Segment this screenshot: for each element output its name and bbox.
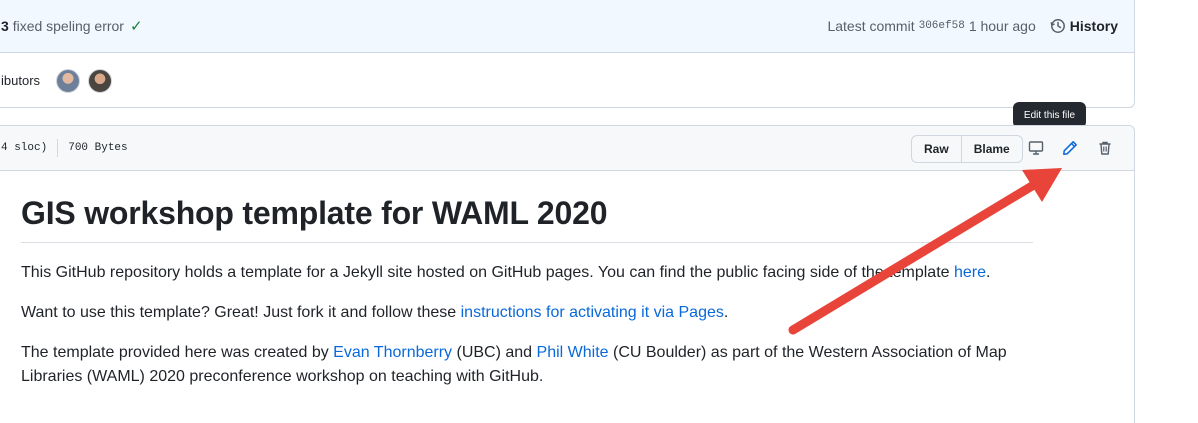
p2-text: Want to use this template? Great! Just f… <box>21 304 461 321</box>
history-icon <box>1050 19 1065 33</box>
avatar[interactable] <box>56 68 81 93</box>
evan-thornberry-link[interactable]: Evan Thornberry <box>333 344 452 361</box>
latest-commit-bar: 3 fixed speling error ✓ Latest commit 30… <box>0 0 1134 53</box>
meta-divider <box>57 139 59 157</box>
commit-message-text[interactable]: fixed speling error <box>13 18 124 34</box>
pencil-icon[interactable] <box>1061 139 1079 157</box>
p1-end: . <box>986 264 991 281</box>
commit-time: 1 hour ago <box>968 18 1036 34</box>
p1-text: This GitHub repository holds a template … <box>21 264 954 281</box>
commit-message[interactable]: 3 fixed speling error <box>1 18 124 34</box>
readme: GIS workshop template for WAML 2020 This… <box>21 195 1033 405</box>
commit-box: 3 fixed speling error ✓ Latest commit 30… <box>0 0 1135 108</box>
readme-paragraph-1: This GitHub repository holds a template … <box>21 261 1033 285</box>
p2-end: . <box>723 304 729 321</box>
blame-button[interactable]: Blame <box>960 136 1022 162</box>
history-link[interactable]: History <box>1050 18 1118 34</box>
history-label: History <box>1069 18 1118 34</box>
readme-title: GIS workshop template for WAML 2020 <box>21 195 1033 243</box>
p3-a: The template provided here was created b… <box>21 344 334 361</box>
p3-b: (UBC) and <box>452 344 537 361</box>
latest-commit-label: Latest commit <box>827 18 915 34</box>
desktop-icon[interactable] <box>1027 139 1045 157</box>
raw-blame-group: Raw Blame <box>911 135 1023 163</box>
file-sloc: 4 sloc) <box>1 142 48 154</box>
instructions-link[interactable]: instructions for activating it via Pages <box>461 304 724 321</box>
commit-message-prefix: 3 <box>1 18 9 34</box>
here-link[interactable]: here <box>954 264 986 281</box>
avatar[interactable] <box>88 68 113 93</box>
raw-button[interactable]: Raw <box>912 136 961 162</box>
file-header: 4 sloc) 700 Bytes Raw Blame <box>0 126 1134 171</box>
contributors-label[interactable]: ibutors <box>1 73 40 88</box>
commit-sha[interactable]: 306ef58 <box>919 20 965 32</box>
file-size: 700 Bytes <box>68 142 128 154</box>
readme-paragraph-2: Want to use this template? Great! Just f… <box>21 301 1033 325</box>
readme-paragraph-3: The template provided here was created b… <box>21 341 1033 389</box>
trash-icon[interactable] <box>1096 139 1114 157</box>
phil-white-link[interactable]: Phil White <box>537 344 609 361</box>
check-icon[interactable]: ✓ <box>130 17 143 35</box>
contributors-row: ibutors <box>0 53 1134 108</box>
